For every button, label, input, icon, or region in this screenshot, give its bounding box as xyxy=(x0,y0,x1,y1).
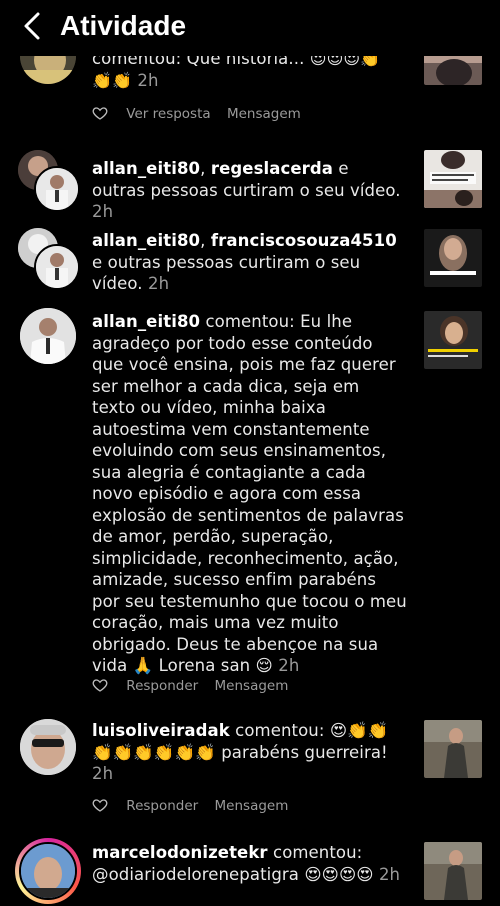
avatar[interactable] xyxy=(20,308,76,364)
comment-text: marcelodonizetekr comentou: @odiariodelo… xyxy=(92,843,401,884)
like-text: allan_eiti80, regeslacerda e outras pess… xyxy=(92,159,401,221)
notification-like[interactable]: allan_eiti80, regeslacerda e outras pess… xyxy=(0,148,500,221)
username[interactable]: allan_eiti80 xyxy=(92,312,200,331)
post-thumbnail[interactable] xyxy=(424,229,482,287)
notification-comment[interactable]: luisoliveiradak comentou: 😍👏👏👏👏👏👏👏👏 para… xyxy=(0,717,500,817)
timestamp: 2h xyxy=(278,656,300,675)
back-arrow-icon[interactable] xyxy=(18,10,48,42)
username[interactable]: allan_eiti80 xyxy=(92,159,200,178)
comment-text: luisoliveiradak comentou: 😍👏👏👏👏👏👏👏👏 para… xyxy=(92,721,389,783)
activity-feed: comentou: Que história... 😍😍😍👏 👏👏 2h Ver… xyxy=(0,0,500,906)
username[interactable]: marcelodonizetekr xyxy=(92,843,268,862)
reply-link[interactable]: Responder xyxy=(126,678,198,694)
notification-like[interactable]: allan_eiti80, franciscosouza4510 e outra… xyxy=(0,226,500,293)
username[interactable]: allan_eiti80 xyxy=(92,231,200,250)
like-text: allan_eiti80, franciscosouza4510 e outra… xyxy=(92,231,397,293)
avatar[interactable] xyxy=(20,719,76,775)
comment-actions: Ver resposta Mensagem xyxy=(92,104,313,124)
reply-link[interactable]: Responder xyxy=(126,798,198,814)
avatar[interactable] xyxy=(19,842,77,900)
username[interactable]: franciscosouza4510 xyxy=(211,231,397,250)
message-link[interactable]: Mensagem xyxy=(215,798,289,814)
avatar-secondary[interactable] xyxy=(34,244,80,290)
notification-comment[interactable]: allan_eiti80 comentou: Eu lhe agradeço p… xyxy=(0,308,500,698)
timestamp: 2h xyxy=(147,274,170,293)
post-thumbnail[interactable] xyxy=(424,720,482,778)
message-link[interactable]: Mensagem xyxy=(227,106,301,122)
comment-actions: Responder Mensagem xyxy=(92,676,300,696)
timestamp: 2h xyxy=(92,202,114,221)
username[interactable]: luisoliveiradak xyxy=(92,721,230,740)
heart-icon[interactable] xyxy=(92,797,108,813)
notification-comment[interactable]: marcelodonizetekr comentou: @odiariodelo… xyxy=(0,838,500,906)
comment-text: allan_eiti80 comentou: Eu lhe agradeço p… xyxy=(92,312,407,675)
avatar-secondary[interactable] xyxy=(34,166,80,212)
heart-icon[interactable] xyxy=(92,677,108,693)
post-thumbnail[interactable] xyxy=(424,311,482,369)
post-thumbnail[interactable] xyxy=(424,842,482,900)
post-thumbnail[interactable] xyxy=(424,150,482,208)
page-title: Atividade xyxy=(60,10,187,41)
timestamp: 2h xyxy=(137,70,159,90)
username[interactable]: regeslacerda xyxy=(211,159,333,178)
timestamp: 2h xyxy=(378,864,401,884)
emoji-reactions: 👏👏 xyxy=(92,70,133,90)
comment-actions: Responder Mensagem xyxy=(92,796,300,816)
timestamp: 2h xyxy=(92,764,114,783)
heart-icon[interactable] xyxy=(92,105,108,121)
header-bar: Atividade xyxy=(0,0,500,56)
message-link[interactable]: Mensagem xyxy=(215,678,289,694)
view-reply-link[interactable]: Ver resposta xyxy=(126,106,210,122)
